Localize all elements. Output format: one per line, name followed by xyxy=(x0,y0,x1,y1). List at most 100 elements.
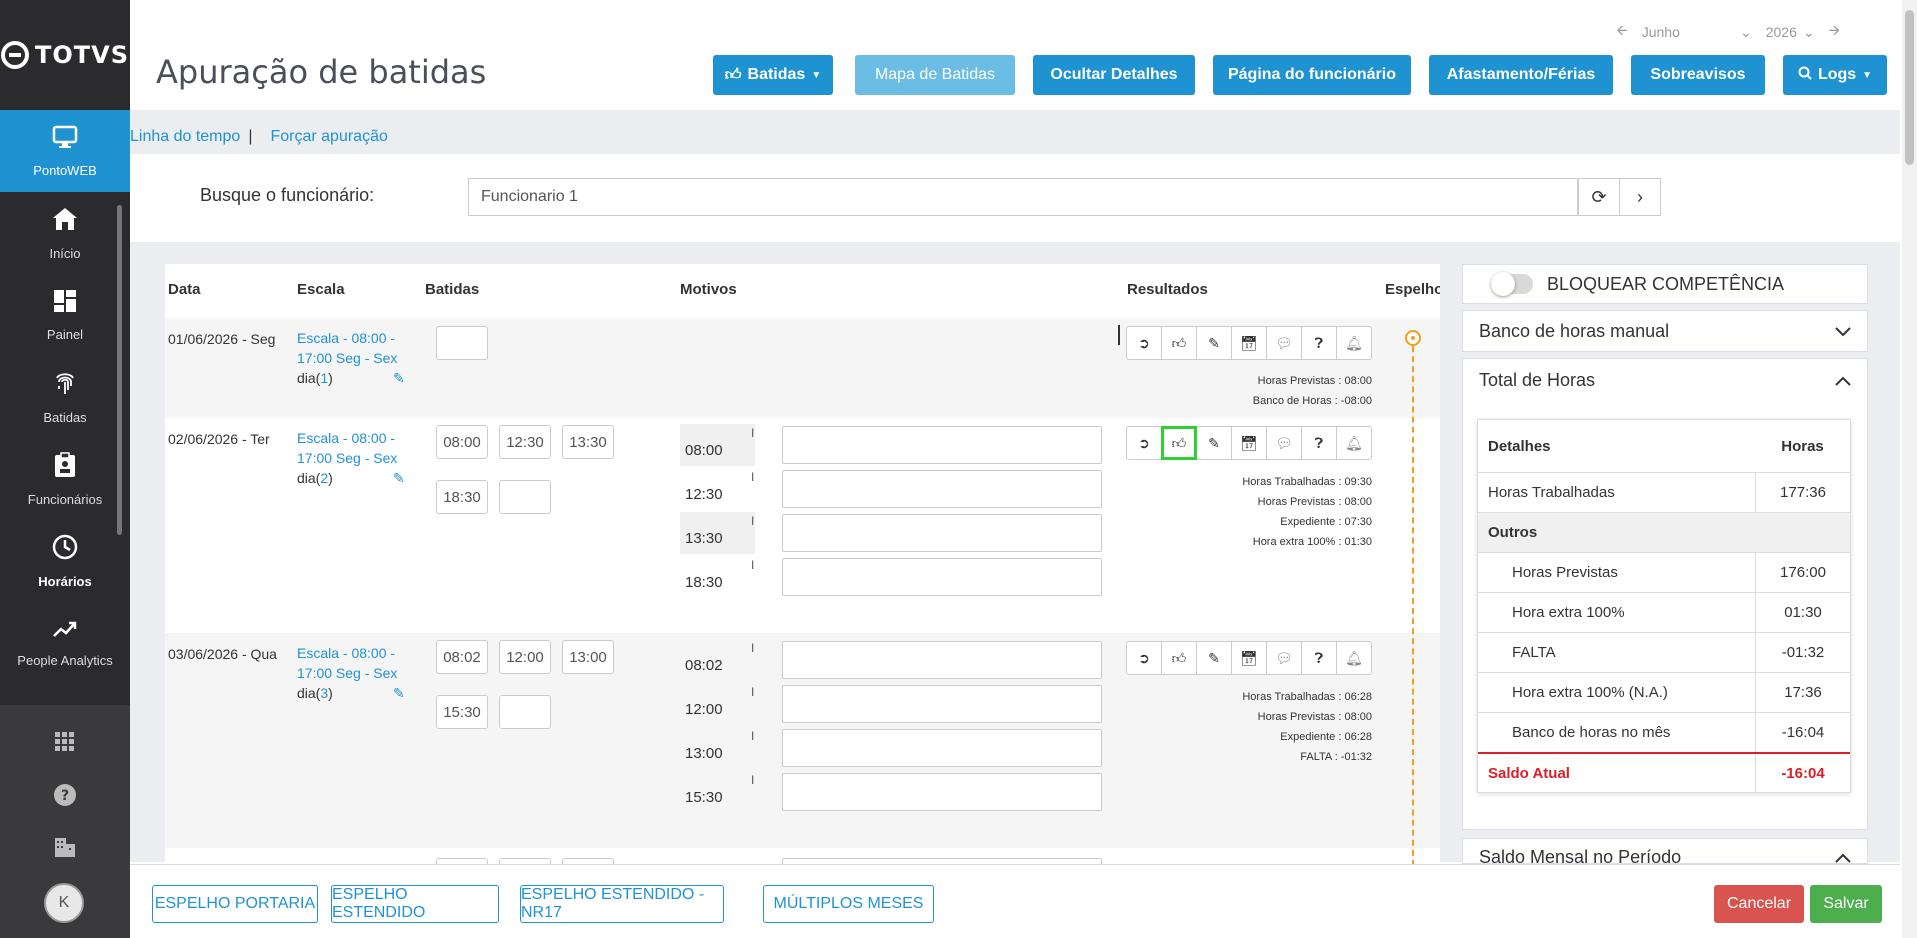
espelho-estendido-button[interactable]: ESPELHO ESTENDIDO xyxy=(331,885,499,923)
punch-input[interactable]: 13:00 xyxy=(562,640,614,674)
batidas-dropdown-button[interactable]: 👍︎ Batidas ▼ xyxy=(713,55,833,95)
sidebar-item-funcionarios[interactable]: Funcionários xyxy=(0,438,130,520)
month-select[interactable]: Junho ⌄ xyxy=(1642,24,1752,41)
sidebar-item-painel[interactable]: Painel xyxy=(0,274,130,356)
motivo-input[interactable] xyxy=(782,558,1102,596)
mapa-de-batidas-button[interactable]: Mapa de Batidas xyxy=(855,55,1015,95)
linha-do-tempo-link[interactable]: Linha do tempo xyxy=(130,128,240,146)
table-row-partial xyxy=(165,848,1440,864)
cancel-button[interactable]: Cancelar xyxy=(1714,885,1804,923)
motivo-input[interactable] xyxy=(782,773,1102,811)
motivo-input[interactable] xyxy=(782,426,1102,464)
thumbs-up-icon[interactable]: 👍︎ xyxy=(1161,326,1197,360)
sidebar-item-pontoweb[interactable]: PontoWEB xyxy=(0,110,130,192)
sidebar-item-inicio[interactable]: Início xyxy=(0,192,130,274)
punch-input[interactable]: 13:30 xyxy=(562,425,614,459)
comment-icon[interactable]: 💬︎ xyxy=(1266,426,1302,460)
sidebar-scrollbar[interactable] xyxy=(117,205,122,535)
entry-exit-icon[interactable]: ➲ xyxy=(1126,326,1162,360)
bell-icon[interactable]: 🔔︎ xyxy=(1336,326,1372,360)
afastamento-ferias-button[interactable]: Afastamento/Férias xyxy=(1429,55,1613,95)
multiplos-meses-button[interactable]: MÚLTIPLOS MESES xyxy=(763,885,934,923)
logs-dropdown-button[interactable]: Logs ▼ xyxy=(1783,55,1887,95)
sidebar-item-batidas[interactable]: Batidas xyxy=(0,356,130,438)
forcar-apuracao-link[interactable]: Forçar apuração xyxy=(270,128,387,146)
comment-icon[interactable]: 💬︎ xyxy=(1266,641,1302,675)
year-select[interactable]: 2026 ⌄ xyxy=(1766,24,1815,41)
total-horas-header[interactable]: Total de Horas xyxy=(1463,359,1867,401)
employee-search-input[interactable] xyxy=(468,178,1578,216)
punch-input[interactable]: 18:30 xyxy=(436,480,488,514)
pencil-icon[interactable]: ✎ xyxy=(1196,426,1232,460)
totvs-logo[interactable]: TOTVS xyxy=(0,0,130,110)
escala-link[interactable]: Escala - 08:00 - 17:00 Seg - Sex xyxy=(297,328,407,368)
motivo-input[interactable] xyxy=(782,729,1102,767)
entry-exit-icon[interactable]: ➲ xyxy=(1126,426,1162,460)
arrow-left-icon[interactable]: 🡨 xyxy=(1616,20,1627,44)
arrow-right-icon[interactable]: 🡪 xyxy=(1829,20,1840,44)
punch-input[interactable] xyxy=(436,326,488,360)
punch-input[interactable] xyxy=(499,695,551,729)
escala-link[interactable]: Escala - 08:00 - 17:00 Seg - Sex xyxy=(297,643,407,683)
dia-number-link[interactable]: 2 xyxy=(320,470,328,486)
punch-input[interactable]: 15:30 xyxy=(436,695,488,729)
table-row: Outros xyxy=(1478,512,1850,552)
dia-number-link[interactable]: 1 xyxy=(320,370,328,386)
edit-escala-pencil-icon[interactable]: ✎ xyxy=(393,470,405,487)
question-icon[interactable]: ❓︎ xyxy=(1301,326,1337,360)
refresh-button[interactable]: ⟳ xyxy=(1578,178,1620,216)
pencil-icon[interactable]: ✎ xyxy=(1196,641,1232,675)
page-scrollbar[interactable] xyxy=(1902,0,1917,938)
sidebar-item-horarios[interactable]: Horários xyxy=(0,520,130,602)
banco-horas-manual-panel[interactable]: Banco de horas manual xyxy=(1462,310,1868,352)
comment-icon[interactable]: 💬︎ xyxy=(1266,326,1302,360)
footer-bar: ESPELHO PORTARIA ESPELHO ESTENDIDO ESPEL… xyxy=(130,864,1900,938)
refresh-icon: ⟳ xyxy=(1591,186,1607,207)
thumbs-up-icon[interactable]: 👍︎ xyxy=(1161,641,1197,675)
scrollbar-thumb[interactable] xyxy=(1905,10,1914,165)
question-icon[interactable]: ❓︎ xyxy=(1301,641,1337,675)
espelho-marker-icon[interactable] xyxy=(1405,330,1421,346)
building-icon[interactable] xyxy=(0,836,130,864)
question-icon[interactable]: ❓︎ xyxy=(1301,426,1337,460)
saldo-mensal-panel[interactable]: Saldo Mensal no Período xyxy=(1462,838,1868,864)
total-de-horas-panel: Total de Horas Detalhes Horas Horas Trab… xyxy=(1462,358,1868,830)
save-button[interactable]: Salvar xyxy=(1810,885,1882,923)
punch-input[interactable]: 08:02 xyxy=(436,640,488,674)
apps-grid-icon[interactable] xyxy=(0,732,130,758)
sobreavisos-button[interactable]: Sobreavisos xyxy=(1631,55,1765,95)
thumbs-up-icon[interactable]: 👍︎ xyxy=(1161,426,1197,460)
entry-exit-icon[interactable]: ➲ xyxy=(1126,641,1162,675)
motivo-input[interactable] xyxy=(782,641,1102,679)
bell-icon[interactable]: 🔔︎ xyxy=(1336,641,1372,675)
espelho-estendido-nr17-button[interactable]: ESPELHO ESTENDIDO - NR17 xyxy=(520,885,724,923)
bell-icon[interactable]: 🔔︎ xyxy=(1336,426,1372,460)
punch-input[interactable] xyxy=(499,480,551,514)
motivo-input[interactable] xyxy=(782,685,1102,723)
espelho-portaria-button[interactable]: ESPELHO PORTARIA xyxy=(152,885,318,923)
edit-escala-pencil-icon[interactable]: ✎ xyxy=(393,370,405,387)
punch-input[interactable]: 08:00 xyxy=(436,425,488,459)
punch-input[interactable]: 12:30 xyxy=(499,425,551,459)
calendar-icon[interactable]: 📅︎ xyxy=(1231,426,1267,460)
help-icon[interactable]: ? xyxy=(0,784,130,812)
motivo-input[interactable] xyxy=(782,470,1102,508)
results-divider xyxy=(1118,325,1120,345)
pencil-icon[interactable]: ✎ xyxy=(1196,326,1232,360)
pagina-funcionario-button[interactable]: Página do funcionário xyxy=(1213,55,1411,95)
totals-table: Detalhes Horas Horas Trabalhadas 177:36 … xyxy=(1477,419,1851,793)
calendar-icon[interactable]: 📅︎ xyxy=(1231,641,1267,675)
user-avatar[interactable]: K xyxy=(44,883,84,923)
bloquear-competencia-toggle[interactable] xyxy=(1491,272,1533,296)
punch-input[interactable]: 12:00 xyxy=(499,640,551,674)
next-employee-button[interactable]: › xyxy=(1619,178,1661,216)
ocultar-detalhes-button[interactable]: Ocultar Detalhes xyxy=(1033,55,1195,95)
table-row: 01/06/2026 - Seg Escala - 08:00 - 17:00 … xyxy=(165,318,1440,418)
dia-number-link[interactable]: 3 xyxy=(320,685,328,701)
escala-link[interactable]: Escala - 08:00 - 17:00 Seg - Sex xyxy=(297,428,407,468)
row-date: 01/06/2026 - Seg xyxy=(168,331,276,347)
calendar-icon[interactable]: 📅︎ xyxy=(1231,326,1267,360)
motivo-input[interactable] xyxy=(782,514,1102,552)
sidebar-item-people-analytics[interactable]: People Analytics xyxy=(0,602,130,684)
edit-escala-pencil-icon[interactable]: ✎ xyxy=(393,685,405,702)
